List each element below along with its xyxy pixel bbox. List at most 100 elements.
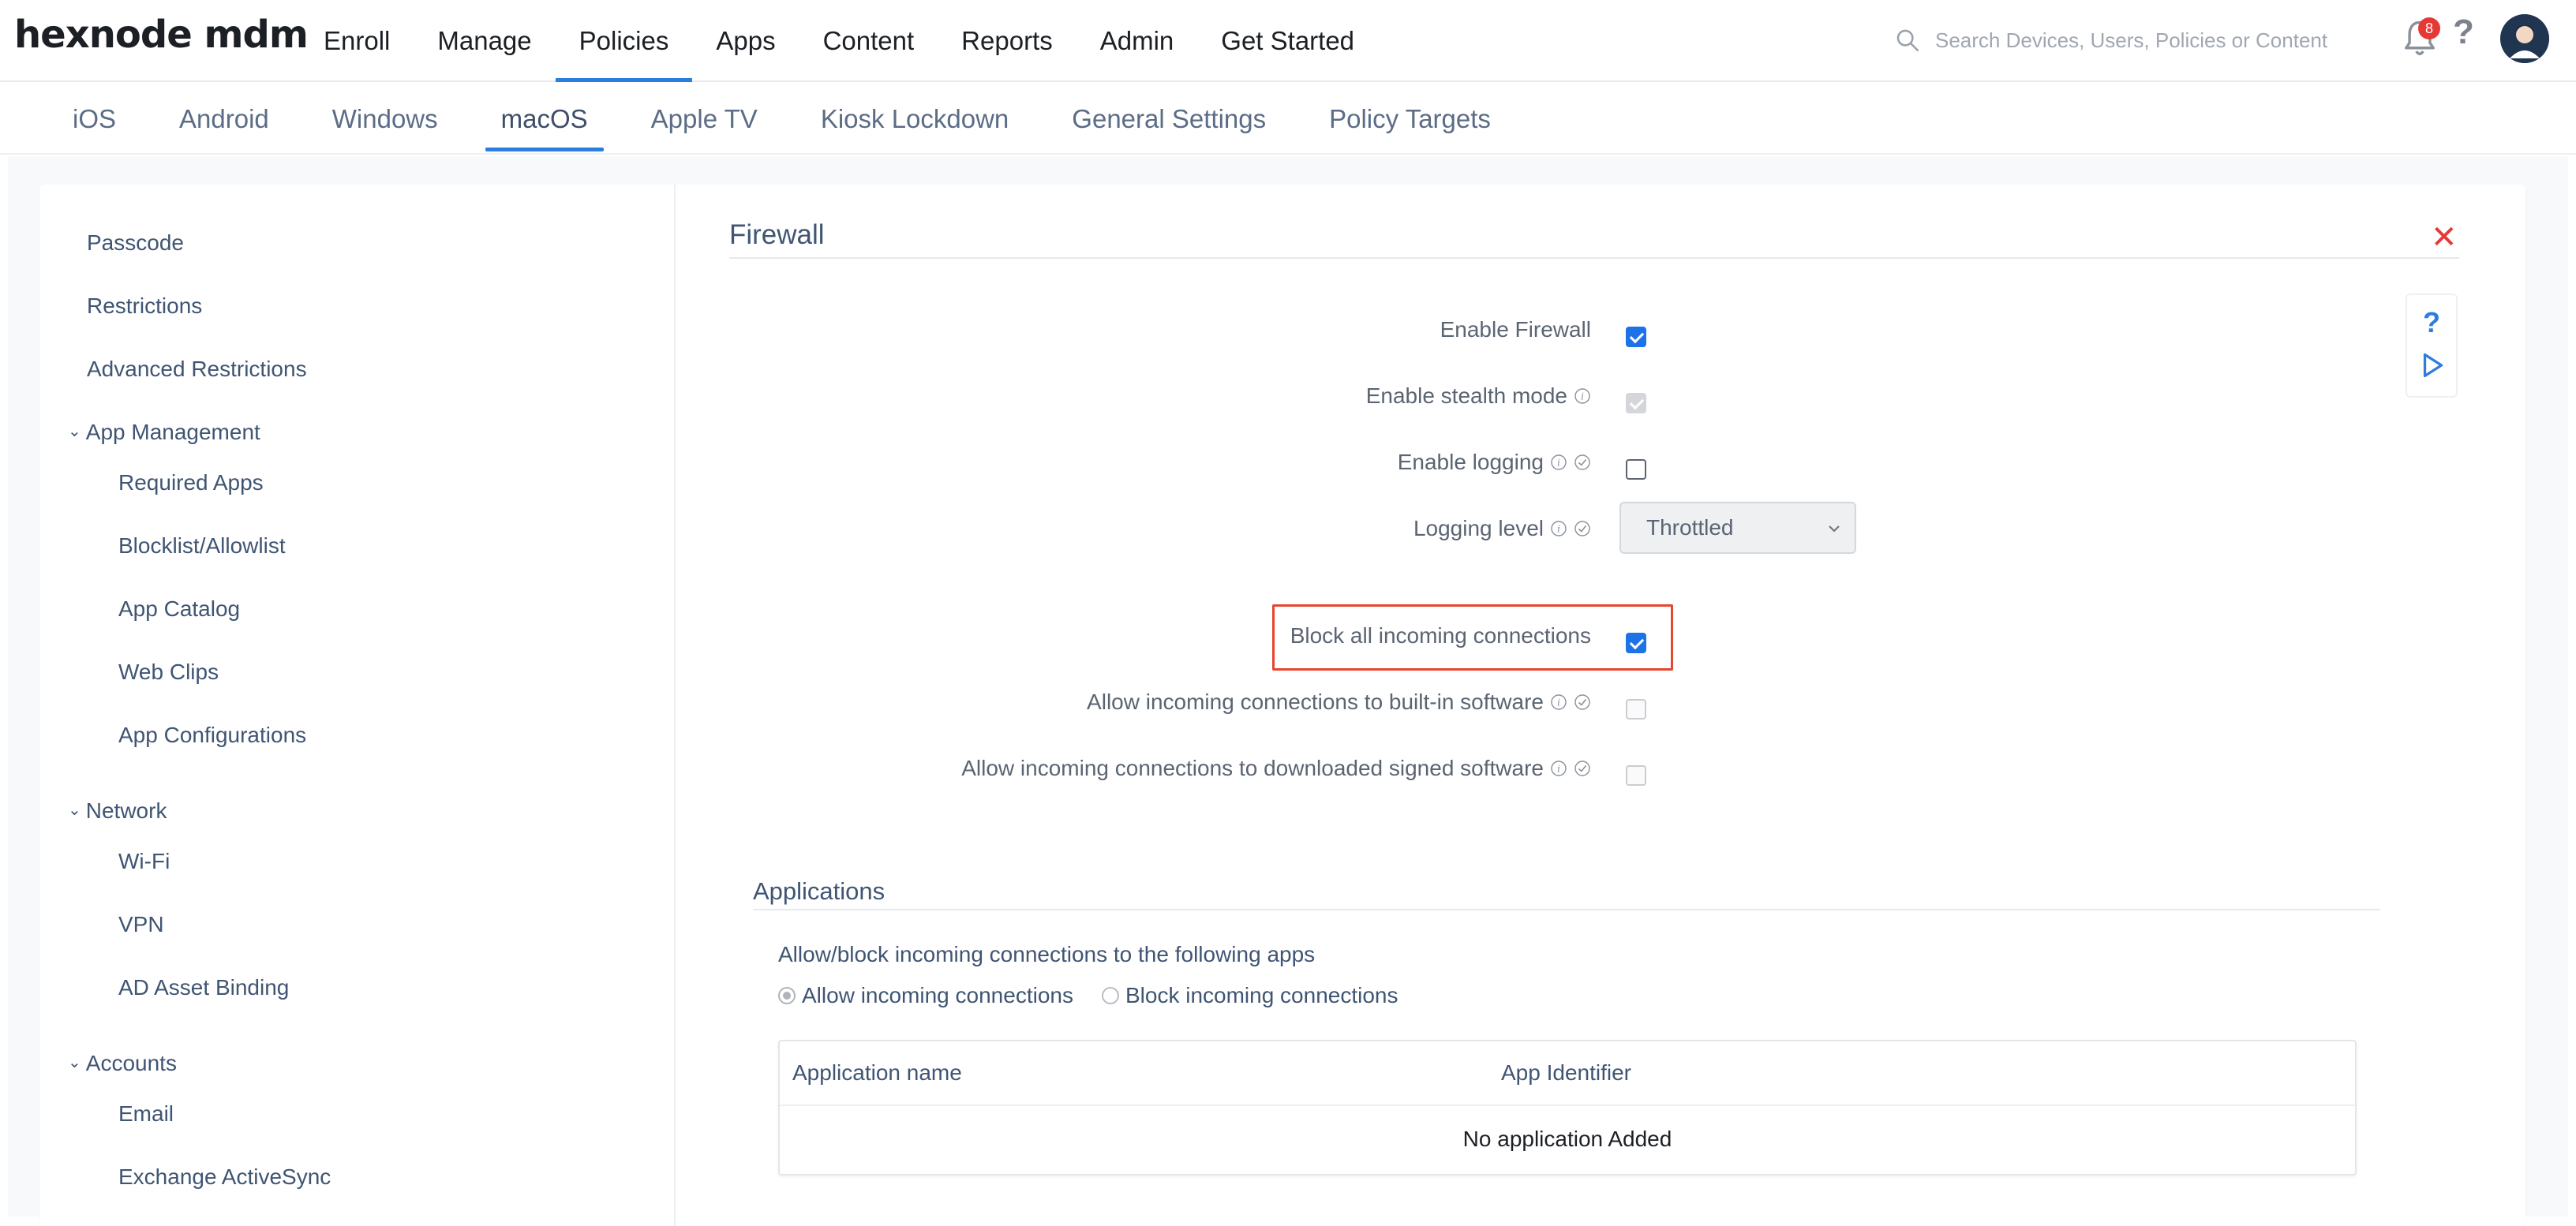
sidebar-item-app-configurations[interactable]: App Configurations bbox=[118, 723, 306, 748]
help-icon[interactable]: ? bbox=[2453, 13, 2474, 52]
chevron-down-icon: ⌄ bbox=[68, 422, 81, 440]
divider bbox=[753, 909, 2380, 910]
sidebar-group-app-management[interactable]: ⌄ App Management bbox=[68, 420, 260, 445]
radio-block-incoming[interactable]: Block incoming connections bbox=[1101, 983, 1398, 1008]
search-icon bbox=[1896, 29, 1919, 52]
nav-reports[interactable]: Reports bbox=[938, 0, 1076, 82]
tab-kiosk-lockdown[interactable]: Kiosk Lockdown bbox=[799, 84, 1031, 155]
tab-ios[interactable]: iOS bbox=[51, 84, 138, 155]
label-logging-level: Logging level i bbox=[1413, 516, 1591, 541]
allow-built-in-software-checkbox[interactable] bbox=[1626, 699, 1646, 720]
side-tools: ? bbox=[2406, 293, 2458, 398]
radio-allow-incoming[interactable]: Allow incoming connections bbox=[778, 983, 1073, 1008]
policy-card: Passcode Restrictions Advanced Restricti… bbox=[39, 185, 2525, 1226]
block-all-incoming-checkbox[interactable] bbox=[1626, 633, 1646, 653]
table-header: Application name App Identifier bbox=[780, 1041, 2355, 1106]
search-input[interactable] bbox=[1935, 28, 2377, 53]
nav-manage[interactable]: Manage bbox=[414, 0, 555, 82]
sidebar-item-restrictions[interactable]: Restrictions bbox=[87, 293, 202, 319]
nav-enroll[interactable]: Enroll bbox=[300, 0, 414, 82]
sidebar-item-blocklist-allowlist[interactable]: Blocklist/Allowlist bbox=[118, 533, 286, 559]
avatar-person-icon bbox=[2500, 14, 2549, 63]
sidebar-item-vpn[interactable]: VPN bbox=[118, 912, 164, 937]
sidebar-item-advanced-restrictions[interactable]: Advanced Restrictions bbox=[87, 357, 307, 382]
sidebar-group-label: Accounts bbox=[85, 1051, 177, 1075]
nav-content[interactable]: Content bbox=[799, 0, 938, 82]
hexnode-logo[interactable]: hexnode mdm bbox=[14, 13, 309, 63]
column-app-identifier: App Identifier bbox=[1501, 1060, 1631, 1085]
supervised-check-icon[interactable] bbox=[1574, 520, 1591, 537]
section-title-applications: Applications bbox=[753, 877, 886, 905]
radio-button[interactable] bbox=[1101, 987, 1119, 1004]
sidebar-item-wifi[interactable]: Wi-Fi bbox=[118, 849, 170, 874]
close-icon[interactable]: ✕ bbox=[2431, 219, 2458, 256]
tab-policy-targets[interactable]: Policy Targets bbox=[1307, 84, 1513, 155]
tab-apple-tv[interactable]: Apple TV bbox=[629, 84, 780, 155]
info-icon[interactable]: i bbox=[1550, 520, 1567, 537]
firewall-panel: Firewall ✕ ? Enable Firewall Enable stea… bbox=[676, 185, 2525, 1226]
incoming-connections-radio-group: Allow incoming connections Block incomin… bbox=[778, 983, 1426, 1008]
svg-text:i: i bbox=[1557, 697, 1560, 708]
info-icon[interactable]: i bbox=[1574, 387, 1591, 405]
sidebar-item-email[interactable]: Email bbox=[118, 1101, 174, 1127]
info-icon[interactable]: i bbox=[1550, 454, 1567, 471]
sidebar-item-web-clips[interactable]: Web Clips bbox=[118, 660, 219, 685]
label-enable-logging: Enable logging i bbox=[1398, 450, 1591, 475]
chevron-down-icon: ⌄ bbox=[68, 1053, 81, 1071]
supervised-check-icon[interactable] bbox=[1574, 454, 1591, 471]
notification-badge: 8 bbox=[2418, 17, 2440, 39]
tab-macos[interactable]: macOS bbox=[479, 84, 610, 155]
svg-text:i: i bbox=[1581, 391, 1584, 402]
main-nav: Enroll Manage Policies Apps Content Repo… bbox=[300, 0, 1378, 82]
nav-admin[interactable]: Admin bbox=[1076, 0, 1198, 82]
sidebar-group-accounts[interactable]: ⌄ Accounts bbox=[68, 1051, 177, 1076]
applications-table: Application name App Identifier No appli… bbox=[778, 1040, 2357, 1176]
global-search bbox=[1894, 19, 2383, 62]
label-enable-firewall: Enable Firewall bbox=[1440, 317, 1591, 342]
sidebar-item-passcode[interactable]: Passcode bbox=[87, 230, 184, 256]
top-navigation-bar: hexnode mdm Enroll Manage Policies Apps … bbox=[0, 0, 2576, 82]
sidebar-item-required-apps[interactable]: Required Apps bbox=[118, 470, 264, 495]
tab-android[interactable]: Android bbox=[157, 84, 291, 155]
label-allow-built-in-software: Allow incoming connections to built-in s… bbox=[1087, 690, 1591, 715]
chevron-down-icon: ⌄ bbox=[68, 801, 81, 819]
content-area: Passcode Restrictions Advanced Restricti… bbox=[8, 156, 2568, 1226]
radio-label: Allow incoming connections bbox=[802, 983, 1073, 1007]
sidebar-item-exchange-activesync[interactable]: Exchange ActiveSync bbox=[118, 1164, 331, 1190]
label-enable-stealth-mode: Enable stealth mode i bbox=[1366, 383, 1591, 409]
logging-level-select[interactable]: Throttled bbox=[1619, 502, 1856, 554]
nav-policies[interactable]: Policies bbox=[555, 0, 693, 82]
info-icon[interactable]: i bbox=[1550, 760, 1567, 777]
chevron-down-icon bbox=[1829, 525, 1840, 533]
supervised-check-icon[interactable] bbox=[1574, 693, 1591, 711]
tab-windows[interactable]: Windows bbox=[310, 84, 460, 155]
column-application-name: Application name bbox=[792, 1060, 962, 1085]
label-block-all-incoming: Block all incoming connections bbox=[1290, 623, 1591, 648]
info-icon[interactable]: i bbox=[1550, 693, 1567, 711]
sidebar-group-label: App Management bbox=[85, 420, 260, 444]
tab-general-settings[interactable]: General Settings bbox=[1050, 84, 1288, 155]
svg-text:i: i bbox=[1557, 458, 1560, 469]
allow-downloaded-signed-software-checkbox[interactable] bbox=[1626, 765, 1646, 786]
enable-firewall-checkbox[interactable] bbox=[1626, 327, 1646, 347]
label-allow-downloaded-signed-software: Allow incoming connections to downloaded… bbox=[961, 756, 1591, 781]
supervised-check-icon[interactable] bbox=[1574, 760, 1591, 777]
radio-label: Block incoming connections bbox=[1125, 983, 1398, 1007]
logging-level-value: Throttled bbox=[1646, 515, 1734, 540]
os-tabs: iOS Android Windows macOS Apple TV Kiosk… bbox=[0, 84, 2576, 155]
user-avatar[interactable] bbox=[2500, 14, 2549, 63]
svg-text:i: i bbox=[1557, 764, 1560, 775]
nav-apps[interactable]: Apps bbox=[692, 0, 799, 82]
sidebar-item-ad-asset-binding[interactable]: AD Asset Binding bbox=[118, 975, 289, 1000]
table-empty-state: No application Added bbox=[1462, 1127, 1672, 1151]
nav-get-started[interactable]: Get Started bbox=[1197, 0, 1378, 82]
radio-button[interactable] bbox=[778, 987, 796, 1004]
sidebar-group-network[interactable]: ⌄ Network bbox=[68, 798, 167, 824]
policy-sidebar: Passcode Restrictions Advanced Restricti… bbox=[39, 185, 676, 1226]
sidebar-item-app-catalog[interactable]: App Catalog bbox=[118, 596, 240, 622]
help-question-icon[interactable]: ? bbox=[2423, 306, 2440, 339]
enable-logging-checkbox[interactable] bbox=[1626, 459, 1646, 480]
play-icon[interactable] bbox=[2421, 352, 2445, 379]
svg-text:i: i bbox=[1557, 524, 1560, 535]
enable-stealth-mode-checkbox[interactable] bbox=[1626, 393, 1646, 413]
